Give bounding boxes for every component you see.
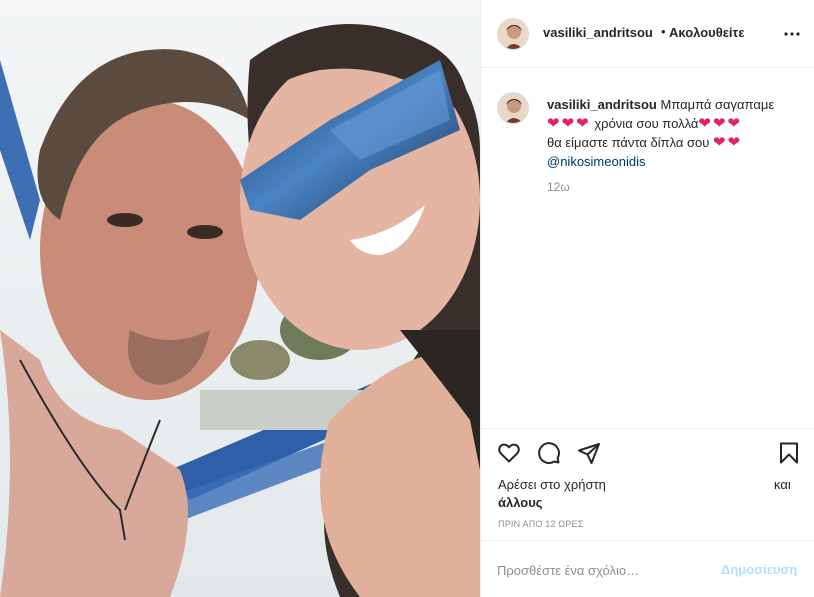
post-actions: Αρέσει στο χρήστη και άλλους ΠΡΙΝ ΑΠΟ 12… xyxy=(481,428,814,548)
comment-bubble-icon xyxy=(538,442,560,464)
heart-emoji: ❤ xyxy=(712,115,726,132)
caption-text-part3: θα είμαστε πάντα δίπλα σου xyxy=(547,135,710,150)
post-comment-button[interactable]: Δημοσίευση xyxy=(721,562,797,577)
heart-emoji: ❤ xyxy=(713,134,726,151)
save-button[interactable] xyxy=(775,439,803,467)
heart-emoji: ❤ xyxy=(727,115,741,132)
comment-button[interactable] xyxy=(535,439,563,467)
heart-emoji: ❤ xyxy=(547,115,560,132)
caption-text: vasiliki_andritsou Μπαμπά σαγαπαμε ❤ ❤ ❤ χ… xyxy=(547,95,797,171)
bookmark-icon xyxy=(780,442,798,464)
heart-emoji: ❤ xyxy=(698,115,711,132)
header-username[interactable]: vasiliki_andritsou xyxy=(543,25,653,40)
post-photo[interactable] xyxy=(0,0,480,597)
caption-time[interactable]: 12ω xyxy=(547,180,570,194)
post-side-panel: vasiliki_andritsou • Ακολουθείτε vasilik… xyxy=(480,0,814,597)
selfie-photo xyxy=(0,0,480,597)
caption-section: vasiliki_andritsou Μπαμπά σαγαπαμε ❤ ❤ ❤ χ… xyxy=(481,68,814,428)
avatar-image xyxy=(498,93,528,123)
heart-emoji: ❤ xyxy=(561,115,575,132)
instagram-post: vasiliki_andritsou • Ακολουθείτε vasilik… xyxy=(0,0,814,597)
likes-text: Αρέσει στο χρήστη xyxy=(498,477,606,492)
caption-text-part1: Μπαμπά σαγαπαμε xyxy=(660,97,775,112)
caption-text-part2: χρόνια σου πολλά xyxy=(594,116,699,131)
heart-emoji: ❤ xyxy=(576,115,589,132)
heart-outline-icon xyxy=(498,443,520,463)
like-button[interactable] xyxy=(495,439,523,467)
avatar-image xyxy=(498,19,528,49)
mention-link[interactable]: @nikosimeonidis xyxy=(547,152,645,171)
paper-plane-icon xyxy=(578,443,600,464)
following-button[interactable]: Ακολουθείτε xyxy=(669,25,745,40)
comment-input[interactable] xyxy=(497,561,707,579)
avatar[interactable] xyxy=(497,18,529,50)
likes-others-link[interactable]: άλλους xyxy=(498,495,543,510)
post-header: vasiliki_andritsou • Ακολουθείτε xyxy=(481,0,814,68)
comment-form: Δημοσίευση xyxy=(481,540,814,597)
avatar[interactable] xyxy=(497,92,529,124)
share-button[interactable] xyxy=(575,439,603,467)
separator-dot: • xyxy=(661,24,666,39)
more-options-icon[interactable] xyxy=(783,26,801,42)
heart-emoji: ❤ xyxy=(727,134,741,151)
post-timestamp[interactable]: ΠΡΙΝ ΑΠΟ 12 ΩΡΕΣ xyxy=(498,519,584,529)
likes-text-and: και xyxy=(774,477,791,492)
caption-username[interactable]: vasiliki_andritsou xyxy=(547,97,657,112)
